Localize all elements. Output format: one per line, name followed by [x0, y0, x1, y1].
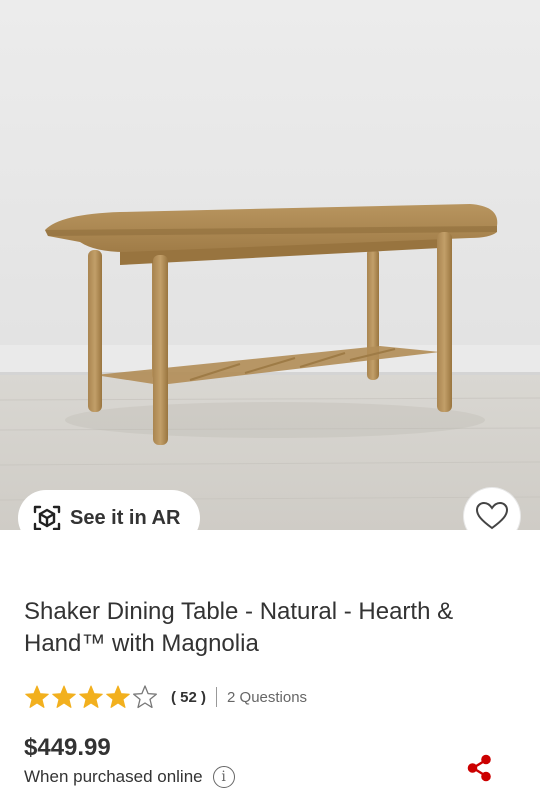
product-title: Shaker Dining Table - Natural - Hearth &…	[24, 598, 454, 657]
star-filled-icon	[79, 685, 103, 708]
see-in-ar-label: See it in AR	[70, 506, 181, 529]
star-empty-icon	[133, 685, 157, 709]
heart-icon	[475, 501, 509, 530]
see-in-ar-button[interactable]: See it in AR	[18, 490, 200, 530]
share-icon[interactable]	[466, 754, 494, 782]
questions-link[interactable]: 2 Questions	[227, 689, 307, 706]
star-rating[interactable]	[24, 684, 159, 710]
price: $449.99	[24, 734, 111, 761]
product-image[interactable]: See it in AR	[0, 0, 540, 530]
star-filled-icon	[106, 685, 130, 708]
rating-row[interactable]: ( 52 ) 2 Questions	[24, 683, 307, 711]
ar-cube-icon	[32, 503, 62, 530]
divider	[216, 687, 218, 707]
price-note: When purchased online i	[24, 766, 235, 788]
info-icon[interactable]: i	[212, 766, 235, 788]
review-count[interactable]: ( 52 )	[171, 689, 206, 706]
star-filled-icon	[25, 685, 49, 708]
dining-table-photo	[0, 0, 540, 530]
price-note-label: When purchased online	[24, 767, 203, 786]
star-filled-icon	[52, 685, 76, 708]
